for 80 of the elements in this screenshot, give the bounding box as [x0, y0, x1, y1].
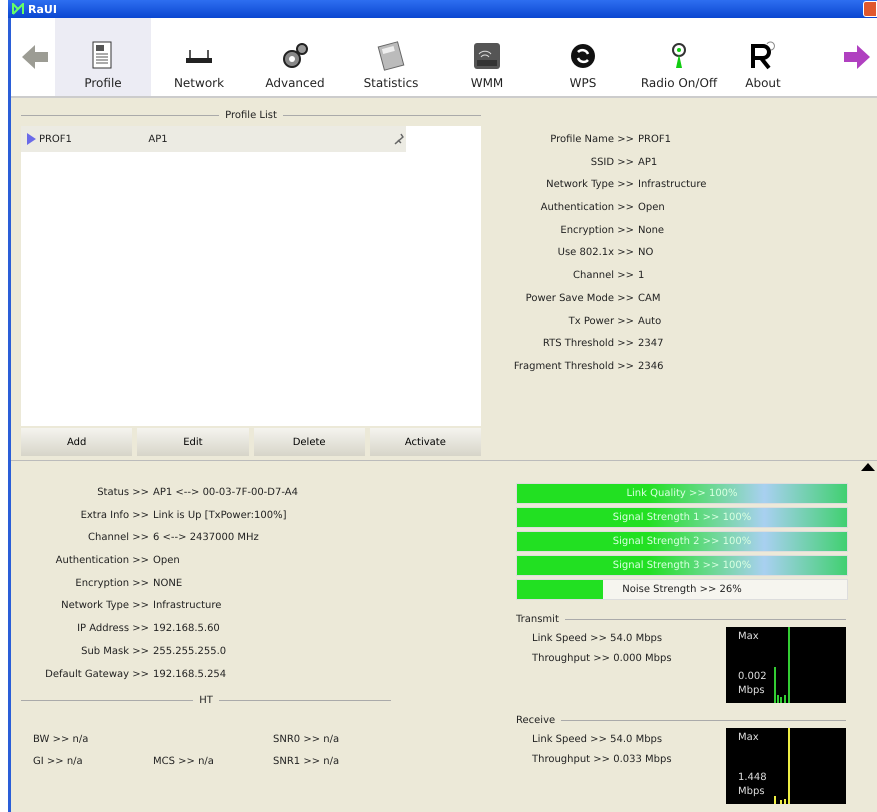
- field-label: Status >>: [97, 487, 149, 499]
- field-label: RTS Threshold >>: [542, 338, 634, 350]
- section-title: Receive: [516, 714, 556, 726]
- profile-row[interactable]: PROF1 AP1: [21, 126, 406, 152]
- action-button[interactable]: Edit: [137, 428, 248, 456]
- graph-value: 0.002: [738, 671, 767, 682]
- ht-field: SNR0 >> n/a: [273, 734, 393, 745]
- window-title: RaUI: [28, 2, 57, 16]
- field-label: IP Address >>: [77, 623, 149, 636]
- field-value: AP1: [638, 156, 658, 169]
- field-value: Auto: [638, 316, 662, 328]
- field-value: 192.168.5.254: [153, 668, 228, 680]
- right-arrow-icon: [842, 42, 872, 72]
- link-speed: Link Speed >> 54.0 Mbps: [532, 633, 664, 644]
- field-label: Channel >>: [573, 270, 634, 282]
- field-value: 192.168.5.60: [153, 623, 221, 636]
- field-label: Encryption >>: [75, 578, 149, 590]
- field-label: Profile Name >>: [550, 134, 634, 146]
- meter-label: Signal Strength 1 >> 100%: [612, 512, 752, 523]
- field-label: Power Save Mode >>: [526, 292, 634, 305]
- field-value: 2346: [638, 360, 664, 373]
- field-value: 6 <--> 2437000 MHz: [153, 532, 260, 544]
- ht-field: GI >> n/a: [33, 756, 153, 767]
- field-value: NONE: [153, 578, 184, 590]
- throughput: Throughput >> 0.000 Mbps: [532, 653, 672, 664]
- toolbar-tab[interactable]: Profile: [55, 18, 151, 96]
- field-value: Open: [638, 202, 666, 214]
- section-title: Profile List: [225, 110, 277, 120]
- field-value: Open: [153, 555, 181, 568]
- field-value: Infrastructure: [153, 600, 222, 612]
- field-label: Authentication >>: [56, 555, 149, 568]
- section-title: Transmit: [516, 614, 559, 624]
- app-icon: [12, 3, 24, 15]
- graph-unit: Mbps: [738, 786, 765, 797]
- profile-name: PROF1: [38, 134, 73, 144]
- meter-label: Signal Strength 3 >> 100%: [612, 560, 752, 571]
- graph-unit: Mbps: [738, 685, 765, 696]
- field-label: Network Type >>: [61, 600, 149, 612]
- collapse-arrow-icon[interactable]: [861, 463, 875, 471]
- pointer-icon: [25, 132, 37, 146]
- meter-label: Link Quality >> 100%: [626, 488, 738, 499]
- field-label: Sub Mask >>: [81, 646, 149, 658]
- throughput: Throughput >> 0.033 Mbps: [532, 754, 672, 765]
- field-value: 255.255.255.0: [153, 646, 228, 658]
- graph-max: Max: [738, 732, 759, 743]
- field-value: AP1 <--> 00-03-7F-00-D7-A4: [153, 487, 299, 499]
- link-speed: Link Speed >> 54.0 Mbps: [532, 734, 664, 745]
- close-button[interactable]: [863, 1, 877, 17]
- field-value: CAM: [638, 292, 662, 305]
- field-label: Tx Power >>: [568, 316, 634, 328]
- field-value: None: [638, 224, 666, 237]
- ht-field: SNR1 >> n/a: [273, 756, 393, 767]
- field-label: Extra Info >>: [80, 510, 149, 522]
- action-button[interactable]: Add: [21, 428, 132, 456]
- field-value: 2347: [638, 338, 664, 350]
- action-button[interactable]: Delete: [254, 428, 365, 456]
- field-value: NO: [638, 247, 654, 260]
- field-label: SSID >>: [590, 156, 634, 169]
- field-label: Encryption >>: [560, 224, 634, 237]
- graph-value: 1.448: [738, 772, 767, 783]
- left-arrow-icon: [20, 42, 50, 72]
- action-button[interactable]: Activate: [370, 428, 481, 456]
- field-label: Default Gateway >>: [45, 668, 149, 680]
- field-value: PROF1: [638, 134, 672, 146]
- profile-ssid: AP1: [148, 134, 169, 144]
- field-label: Network Type >>: [546, 179, 634, 192]
- ht-field: BW >> n/a: [33, 734, 153, 745]
- field-label: Authentication >>: [540, 202, 634, 214]
- field-label: Use 802.1x >>: [558, 247, 634, 260]
- ht-field: MCS >> n/a: [153, 756, 273, 767]
- field-label: Channel >>: [88, 532, 149, 544]
- meter-label: Signal Strength 2 >> 100%: [612, 536, 752, 547]
- signal-tile-icon: [471, 40, 503, 72]
- section-title: HT: [199, 694, 213, 706]
- field-value: Link is Up [TxPower:100%]: [153, 510, 288, 522]
- field-value: 1: [638, 270, 646, 282]
- graph-max: Max: [738, 631, 759, 642]
- field-value: Infrastructure: [638, 179, 708, 192]
- field-label: Fragment Threshold >>: [514, 360, 634, 373]
- meter-label: Noise Strength >> 26%: [622, 584, 742, 595]
